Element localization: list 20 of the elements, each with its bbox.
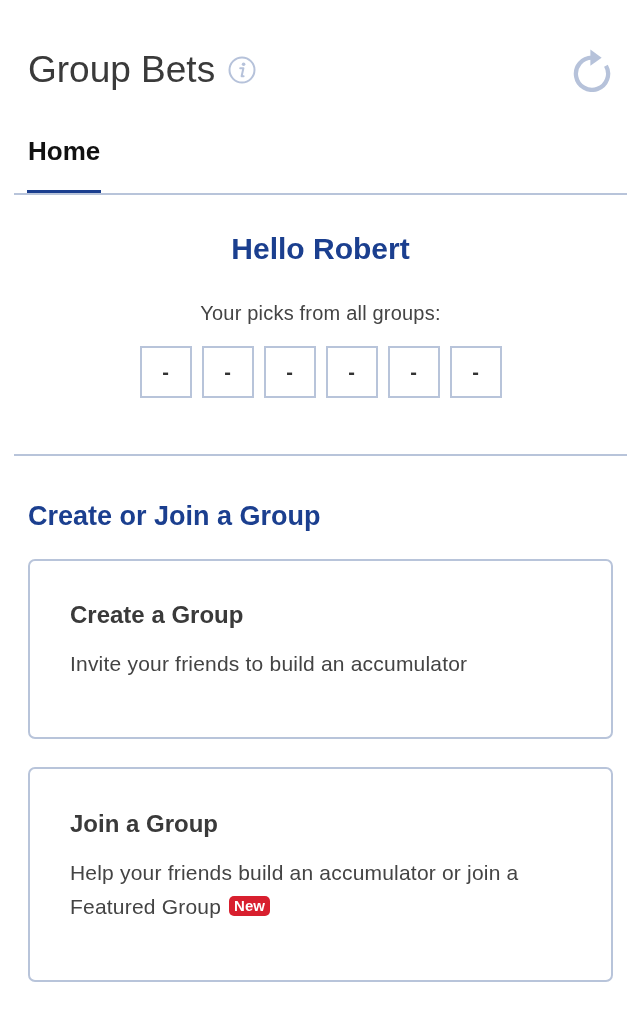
new-badge: New — [229, 896, 270, 916]
pick-slot: - — [325, 346, 378, 398]
group-option-card[interactable]: Create a Group Invite your friends to build an accumulator — [28, 559, 613, 739]
picks-label: Your picks from all groups: — [200, 301, 441, 325]
pick-slot: - — [263, 346, 316, 398]
refresh-icon[interactable] — [572, 48, 612, 92]
pick-slot: - — [139, 346, 192, 398]
card-description: Invite your friends to build an accumulator — [70, 651, 468, 677]
group-option-card[interactable]: Join a Group Help your friends build an accumulator or join a Featured Group New — [28, 767, 613, 982]
pick-slot: - — [387, 346, 440, 398]
info-icon[interactable] — [228, 56, 257, 84]
page-title: Group Bets — [28, 48, 216, 92]
section-heading: Create or Join a Group — [28, 500, 321, 533]
greeting-heading: Hello Robert — [231, 231, 410, 267]
pick-slot: - — [449, 346, 502, 398]
pick-slot: - — [201, 346, 254, 398]
card-description: Help your friends build an accumulator or join a Featured Group New — [70, 860, 520, 920]
card-title: Create a Group — [70, 600, 244, 630]
tab[interactable]: Home — [27, 118, 102, 193]
card-title: Join a Group — [70, 809, 218, 839]
